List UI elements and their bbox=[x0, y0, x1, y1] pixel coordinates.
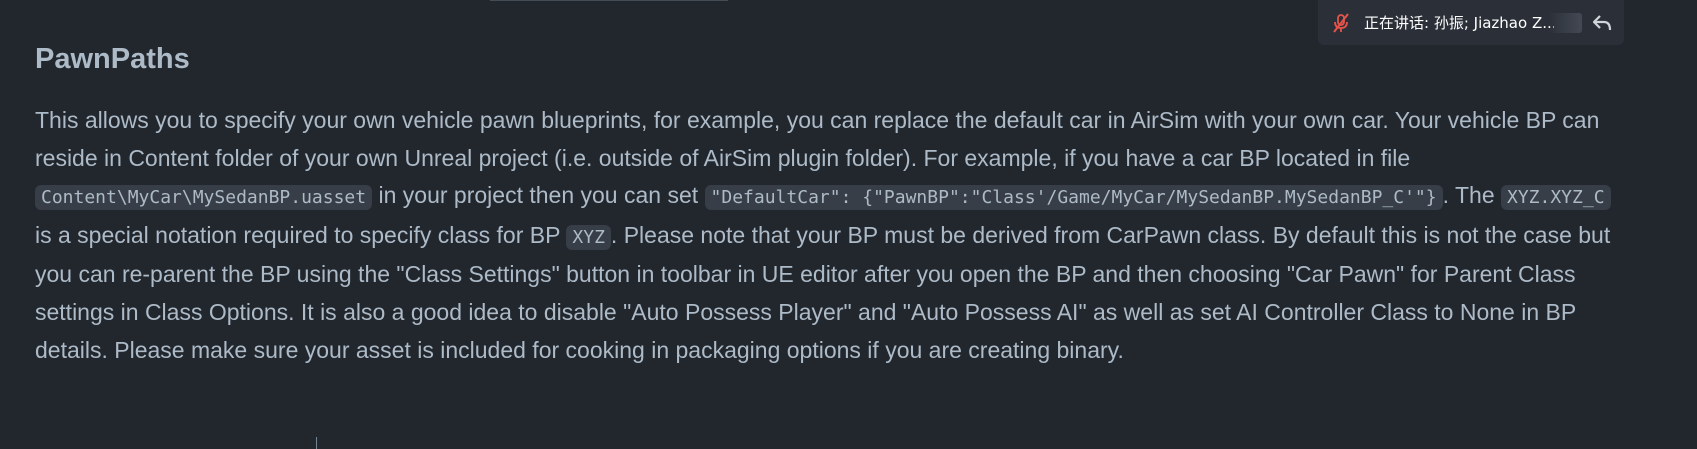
paragraph-text: is a special notation required to specif… bbox=[35, 221, 567, 248]
markdown-content: PawnPaths This allows you to specify you… bbox=[35, 40, 1615, 369]
pawnpaths-description: This allows you to specify your own vehi… bbox=[35, 102, 1615, 369]
inline-code-default-car-setting: "DefaultCar": {"PawnBP":"Class'/Game/MyC… bbox=[704, 185, 1443, 211]
section-heading: PawnPaths bbox=[35, 43, 190, 75]
meeting-speaking-bar[interactable]: 正在讲话: 孙振; Jiazhao Z... bbox=[1318, 0, 1624, 45]
paragraph-text: in your project then you can set bbox=[372, 182, 705, 209]
paragraph-text: This allows you to specify your own vehi… bbox=[35, 107, 1600, 171]
paragraph-text: . The bbox=[1442, 182, 1501, 209]
inline-code-class-notation: XYZ.XYZ_C bbox=[1501, 185, 1611, 211]
inline-code-asset-path: Content\MyCar\MySedanBP.uasset bbox=[35, 185, 373, 211]
mic-muted-icon[interactable] bbox=[1330, 12, 1352, 34]
speaking-participants-text: 正在讲话: 孙振; Jiazhao Z... bbox=[1364, 14, 1554, 32]
text-cursor bbox=[316, 437, 317, 449]
text-fade-overlay bbox=[1548, 12, 1582, 33]
inline-code-bp-name: XYZ bbox=[566, 224, 611, 250]
reply-arrow-icon[interactable] bbox=[1590, 11, 1614, 35]
top-divider bbox=[490, 0, 728, 1]
